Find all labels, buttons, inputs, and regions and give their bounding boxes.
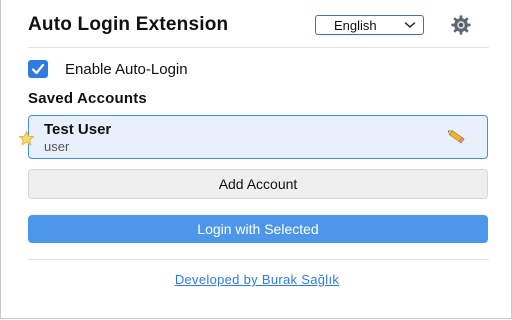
enable-auto-login-row[interactable]: Enable Auto-Login [28, 60, 328, 80]
star-icon [18, 130, 35, 146]
account-username: user [44, 139, 70, 154]
login-with-selected-button[interactable]: Login with Selected [28, 215, 488, 243]
extension-popup: Auto Login Extension English Enable Auto… [0, 0, 512, 319]
header: Auto Login Extension English [28, 12, 489, 40]
checkmark-icon [31, 63, 45, 75]
add-account-button[interactable]: Add Account [28, 169, 488, 199]
enable-auto-login-checkbox[interactable] [28, 60, 48, 78]
language-select-value: English [334, 18, 377, 33]
gear-icon[interactable] [450, 14, 472, 36]
app-title: Auto Login Extension [28, 14, 229, 35]
header-divider [28, 47, 489, 48]
enable-auto-login-label: Enable Auto-Login [65, 61, 188, 78]
developer-credit-link[interactable]: Developed by Burak Sağlık [1, 272, 512, 287]
saved-accounts-heading: Saved Accounts [28, 90, 147, 107]
footer-divider [28, 259, 489, 260]
pencil-icon[interactable] [447, 128, 467, 146]
chevron-down-icon [404, 22, 416, 28]
account-card-selected[interactable]: Test User user [18, 115, 488, 159]
account-name: Test User [44, 121, 112, 138]
language-select[interactable]: English [315, 15, 424, 35]
